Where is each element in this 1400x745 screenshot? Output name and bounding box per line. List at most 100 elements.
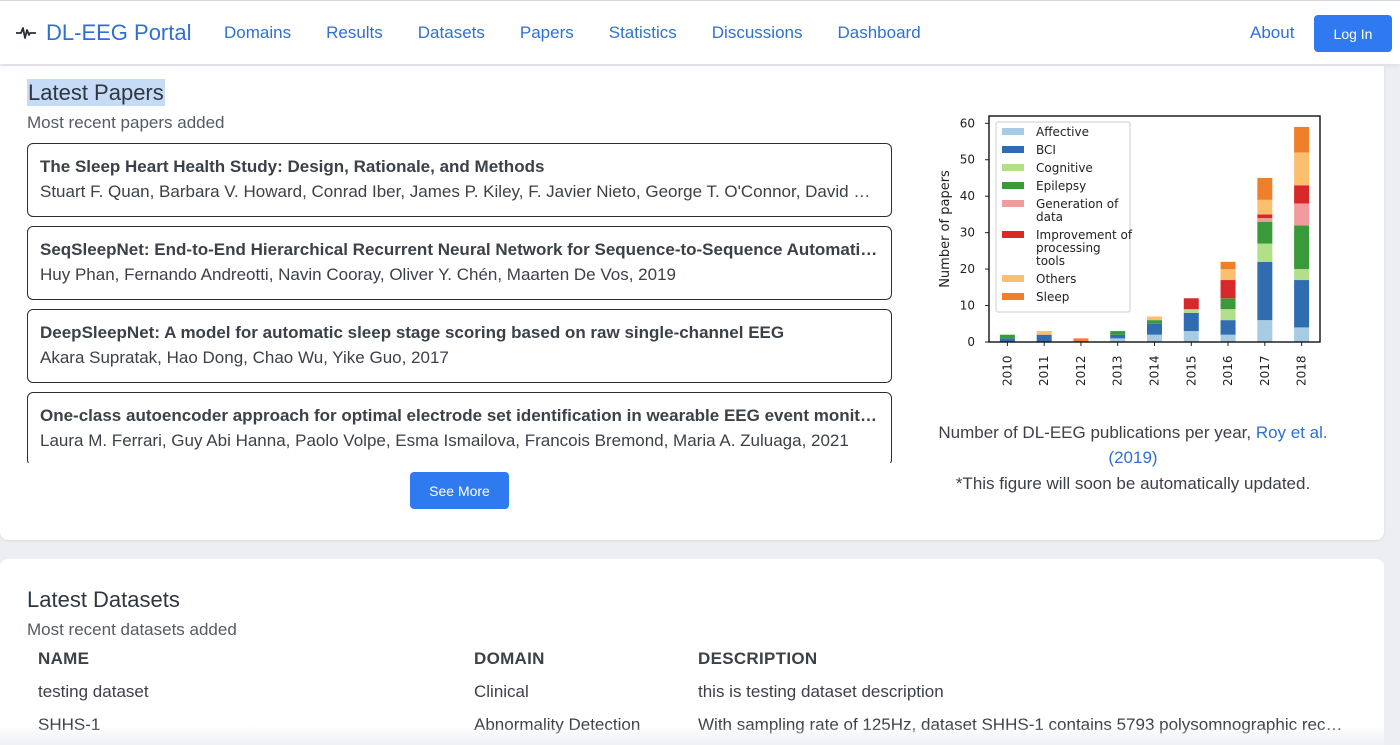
y-tick-label: 10 <box>960 299 975 313</box>
bar-segment <box>1220 320 1236 335</box>
legend-swatch <box>1002 293 1024 300</box>
latest-papers-title: Latest Papers <box>27 79 165 106</box>
bar-segment <box>1183 312 1199 332</box>
y-tick-label: 50 <box>960 153 975 167</box>
latest-datasets-card: Latest Datasets Most recent datasets add… <box>0 559 1384 745</box>
bar-segment <box>1294 152 1310 186</box>
see-more-button[interactable]: See More <box>410 472 509 509</box>
legend-swatch <box>1002 200 1024 207</box>
chart-note: *This figure will soon be automatically … <box>955 474 1311 493</box>
legend-label: Improvement of <box>1036 228 1133 242</box>
y-tick-label: 30 <box>960 226 975 240</box>
bar-segment <box>1036 334 1052 342</box>
bar-segment <box>1257 221 1273 244</box>
dataset-name[interactable]: testing dataset <box>38 682 458 702</box>
paper-card[interactable]: SeqSleepNet: End-to-End Hierarchical Rec… <box>27 226 892 300</box>
nav-link-discussions[interactable]: Discussions <box>712 23 803 43</box>
bar-segment <box>1110 331 1126 335</box>
legend-swatch <box>1002 182 1024 189</box>
bar-segment <box>1294 126 1310 153</box>
nav-link-statistics[interactable]: Statistics <box>609 23 677 43</box>
legend-label: Sleep <box>1036 290 1069 304</box>
column-header-name[interactable]: NAME <box>38 649 458 669</box>
column-header-domain[interactable]: DOMAIN <box>474 649 684 669</box>
legend-label: Epilepsy <box>1036 179 1086 193</box>
bar-segment <box>1220 334 1236 342</box>
bar-segment <box>1220 269 1236 281</box>
nav-link-datasets[interactable]: Datasets <box>418 23 485 43</box>
nav-link-domains[interactable]: Domains <box>224 23 291 43</box>
x-tick-label: 2011 <box>1037 355 1051 386</box>
table-row[interactable]: testing dataset Clinical this is testing… <box>38 682 1348 715</box>
chart-caption: Number of DL-EEG publications per year, … <box>930 420 1336 470</box>
bar-segment <box>1147 320 1162 324</box>
paper-card[interactable]: The Sleep Heart Health Study: Design, Ra… <box>27 143 892 217</box>
bar-segment <box>1220 309 1236 321</box>
x-tick-label: 2017 <box>1258 355 1272 386</box>
bar-segment <box>1147 334 1162 342</box>
table-header: NAME DOMAIN DESCRIPTION <box>38 649 1348 682</box>
bar-segment <box>1257 218 1273 222</box>
bar-segment <box>1183 309 1199 313</box>
brand-link[interactable]: DL-EEG Portal <box>16 20 192 46</box>
bar-segment <box>1294 327 1310 342</box>
bar-segment <box>1183 298 1199 310</box>
chart-caption-text: Number of DL-EEG publications per year, <box>938 423 1256 442</box>
legend-label: Cognitive <box>1036 161 1093 175</box>
paper-title: The Sleep Heart Health Study: Design, Ra… <box>40 157 545 176</box>
navbar: DL-EEG Portal Domains Results Datasets P… <box>0 0 1400 64</box>
dataset-description: this is testing dataset description <box>698 682 944 701</box>
nav-link-papers[interactable]: Papers <box>520 23 574 43</box>
nav-link-results[interactable]: Results <box>326 23 383 43</box>
paper-authors: Huy Phan, Fernando Andreotti, Navin Coor… <box>40 265 676 284</box>
paper-authors: Laura M. Ferrari, Guy Abi Hanna, Paolo V… <box>40 431 849 450</box>
legend-label: Affective <box>1036 125 1089 139</box>
legend-swatch <box>1002 146 1024 153</box>
paper-title: One-class autoencoder approach for optim… <box>40 406 879 425</box>
paper-card[interactable]: DeepSleepNet: A model for automatic slee… <box>27 309 892 383</box>
y-tick-label: 0 <box>967 335 975 349</box>
legend-swatch <box>1002 164 1024 171</box>
bar-segment <box>1257 214 1273 219</box>
x-tick-label: 2014 <box>1148 355 1162 386</box>
bar-segment <box>1257 320 1273 342</box>
column-header-description[interactable]: DESCRIPTION <box>698 649 1343 669</box>
x-tick-label: 2012 <box>1074 355 1088 386</box>
bar-segment <box>1257 243 1273 262</box>
x-tick-label: 2010 <box>1000 355 1014 386</box>
publications-chart: 0 10 20 30 40 50 60 Number of papers 2010 2011 201… <box>930 108 1330 398</box>
paper-card[interactable]: One-class autoencoder approach for optim… <box>27 392 892 463</box>
x-tick-label: 2018 <box>1295 355 1309 386</box>
paper-list[interactable]: The Sleep Heart Health Study: Design, Ra… <box>27 143 892 463</box>
paper-title: SeqSleepNet: End-to-End Hierarchical Rec… <box>40 240 879 259</box>
x-tick-label: 2016 <box>1221 355 1235 386</box>
bar-segment <box>1294 185 1310 204</box>
bar-segment <box>1147 323 1162 335</box>
x-tick-label: 2015 <box>1184 355 1198 386</box>
bar-segment <box>1220 280 1236 299</box>
x-tick-label: 2013 <box>1111 355 1125 386</box>
legend-swatch <box>1002 275 1024 282</box>
bar-segment <box>1147 316 1162 321</box>
paper-authors: Akara Supratak, Hao Dong, Chao Wu, Yike … <box>40 348 449 367</box>
login-button[interactable]: Log In <box>1314 15 1392 52</box>
paper-title: DeepSleepNet: A model for automatic slee… <box>40 323 785 342</box>
bar-segment <box>1294 203 1310 226</box>
bar-segment <box>1110 334 1126 339</box>
latest-datasets-title: Latest Datasets <box>27 587 180 612</box>
paper-authors: Stuart F. Quan, Barbara V. Howard, Conra… <box>40 182 879 201</box>
legend-label: BCI <box>1036 143 1056 157</box>
legend-label: processing <box>1036 241 1101 255</box>
y-tick-label: 40 <box>960 189 975 203</box>
y-tick-label: 60 <box>960 116 975 130</box>
legend-swatch <box>1002 128 1024 135</box>
nav-link-about[interactable]: About <box>1250 23 1294 43</box>
y-axis-label: Number of papers <box>938 170 953 288</box>
latest-papers-subtitle: Most recent papers added <box>27 113 225 132</box>
nav-link-dashboard[interactable]: Dashboard <box>837 23 920 43</box>
latest-datasets-subtitle: Most recent datasets added <box>27 620 237 639</box>
bar-segment <box>1294 225 1310 270</box>
legend-label: data <box>1036 210 1063 224</box>
legend-label: Generation of <box>1036 197 1119 211</box>
nav-links: Domains Results Datasets Papers Statisti… <box>224 23 956 43</box>
